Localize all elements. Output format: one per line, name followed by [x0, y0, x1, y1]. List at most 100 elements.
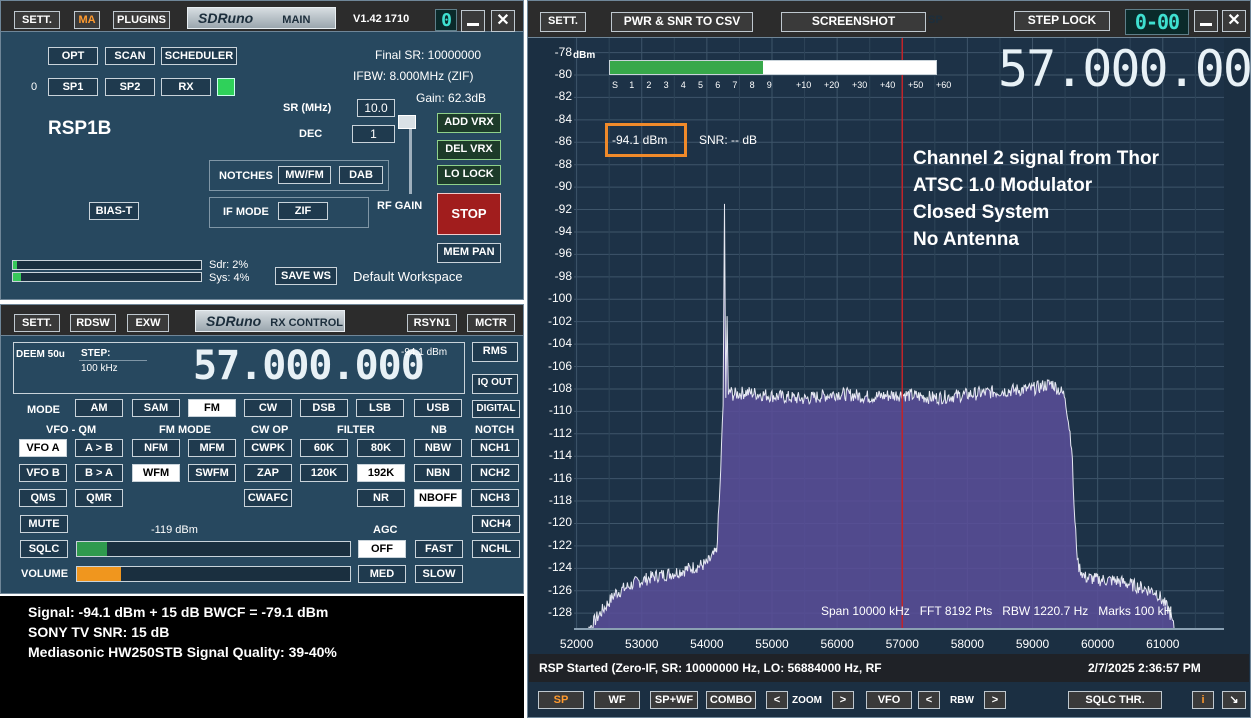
120k-button[interactable]: 120K: [300, 464, 348, 482]
nch3-button[interactable]: NCH3: [471, 489, 519, 507]
dab-button[interactable]: DAB: [339, 166, 383, 184]
spectrum-minimize-button[interactable]: [1194, 10, 1218, 32]
rx-frequency[interactable]: 57.000.000: [193, 343, 425, 389]
swfm-button[interactable]: SWFM: [188, 464, 236, 482]
pwr-snr-csv-button[interactable]: PWR & SNR TO CSV: [611, 12, 753, 32]
nch2-button[interactable]: NCH2: [471, 464, 519, 482]
lo-lock-button[interactable]: LO LOCK: [437, 165, 501, 185]
zif-button[interactable]: ZIF: [278, 202, 328, 220]
vfo-a-button[interactable]: VFO A: [19, 439, 67, 457]
exw-button[interactable]: EXW: [127, 314, 169, 332]
rx-button[interactable]: RX: [161, 78, 211, 96]
info-button[interactable]: i: [1192, 691, 1214, 709]
sqlc-thr-button[interactable]: SQLC THR.: [1068, 691, 1162, 709]
nboff-button[interactable]: NBOFF: [414, 489, 462, 507]
bias-t-button[interactable]: BIAS-T: [89, 202, 139, 220]
sp2-button[interactable]: SP2: [105, 78, 155, 96]
mode-cw-button[interactable]: CW: [244, 399, 292, 417]
rbw-left-button[interactable]: <: [918, 691, 940, 709]
ma-button[interactable]: MA: [74, 11, 100, 29]
rf-gain-slider-track[interactable]: [409, 126, 412, 194]
rf-gain-slider-handle[interactable]: [398, 115, 416, 129]
save-ws-button[interactable]: SAVE WS: [275, 267, 337, 285]
vfo-b-button[interactable]: VFO B: [19, 464, 67, 482]
version-label: V1.42 1710: [353, 13, 410, 25]
dec-input[interactable]: 1: [352, 125, 395, 143]
nch4-button[interactable]: NCH4: [472, 515, 520, 533]
resize-button[interactable]: ↘: [1222, 691, 1246, 709]
qms-button[interactable]: QMS: [19, 489, 67, 507]
annotation-line-3: Closed System: [913, 202, 1050, 223]
qmr-button[interactable]: QMR: [75, 489, 123, 507]
cwafc-button[interactable]: CWAFC: [244, 489, 292, 507]
step-value[interactable]: 100 kHz: [81, 363, 118, 374]
opt-button[interactable]: OPT: [48, 47, 98, 65]
nchl-button[interactable]: NCHL: [472, 540, 520, 558]
spectrum-minimize-icon: [1200, 23, 1212, 26]
nbn-button[interactable]: NBN: [414, 464, 462, 482]
mode-lsb-button[interactable]: LSB: [356, 399, 404, 417]
agc-off-button[interactable]: OFF: [358, 540, 406, 558]
combo-view-button[interactable]: COMBO: [706, 691, 756, 709]
minimize-button[interactable]: [461, 10, 485, 32]
sp-wf-view-button[interactable]: SP+WF: [650, 691, 698, 709]
sqlc-slider[interactable]: [76, 541, 351, 557]
zoom-in-button[interactable]: >: [832, 691, 854, 709]
mctr-button[interactable]: MCTR: [467, 314, 515, 332]
cwpk-button[interactable]: CWPK: [244, 439, 292, 457]
nbw-button[interactable]: NBW: [414, 439, 462, 457]
main-sett-button[interactable]: SETT.: [14, 11, 60, 29]
plugins-button[interactable]: PLUGINS: [113, 11, 170, 29]
sp1-button[interactable]: SP1: [48, 78, 98, 96]
mode-dsb-button[interactable]: DSB: [300, 399, 348, 417]
spectrum-frequency[interactable]: 57.000.000: [998, 40, 1251, 98]
mode-am-button[interactable]: AM: [75, 399, 123, 417]
mfm-button[interactable]: MFM: [188, 439, 236, 457]
mem-pan-button[interactable]: MEM PAN: [437, 243, 501, 263]
rbw-right-button[interactable]: >: [984, 691, 1006, 709]
agc-med-button[interactable]: MED: [358, 565, 406, 583]
vfo-button[interactable]: VFO: [866, 691, 912, 709]
volume-slider[interactable]: [76, 566, 351, 582]
del-vrx-button[interactable]: DEL VRX: [437, 140, 501, 160]
spectrum-close-button[interactable]: ✕: [1222, 10, 1246, 32]
192k-button[interactable]: 192K: [357, 464, 405, 482]
80k-button[interactable]: 80K: [357, 439, 405, 457]
agc-fast-button[interactable]: FAST: [415, 540, 463, 558]
stop-button[interactable]: STOP: [437, 193, 501, 235]
screenshot-button[interactable]: SCREENSHOT: [781, 12, 926, 32]
mode-usb-button[interactable]: USB: [414, 399, 462, 417]
sr-input[interactable]: 10.0: [357, 99, 395, 117]
nr-button[interactable]: NR: [357, 489, 405, 507]
mute-button[interactable]: MUTE: [20, 515, 68, 533]
rx-sett-button[interactable]: SETT.: [14, 314, 60, 332]
digital-button[interactable]: DIGITAL: [472, 400, 520, 418]
nfm-button[interactable]: NFM: [132, 439, 180, 457]
b-a-button[interactable]: B > A: [75, 464, 123, 482]
vfo-qm-label: VFO - QM: [46, 424, 97, 436]
a-b-button[interactable]: A > B: [75, 439, 123, 457]
spectrum-sett-button[interactable]: SETT.: [540, 12, 586, 32]
step-lock-button[interactable]: STEP LOCK: [1014, 11, 1110, 31]
sp-view-button[interactable]: SP: [538, 691, 584, 709]
iq-out-button[interactable]: IQ OUT: [472, 374, 518, 394]
scheduler-button[interactable]: SCHEDULER: [161, 47, 237, 65]
wfm-button[interactable]: WFM: [132, 464, 180, 482]
mode-fm-button[interactable]: FM: [188, 399, 236, 417]
zap-button[interactable]: ZAP: [244, 464, 292, 482]
60k-button[interactable]: 60K: [300, 439, 348, 457]
scan-button[interactable]: SCAN: [105, 47, 155, 65]
zoom-out-button[interactable]: <: [766, 691, 788, 709]
add-vrx-button[interactable]: ADD VRX: [437, 113, 501, 133]
sqlc-button[interactable]: SQLC: [20, 540, 68, 558]
mwfm-button[interactable]: MW/FM: [278, 166, 331, 184]
rms-button[interactable]: RMS: [472, 342, 518, 362]
close-button[interactable]: ✕: [491, 10, 515, 32]
annotation-line-4: No Antenna: [913, 229, 1019, 250]
rsyn1-button[interactable]: RSYN1: [407, 314, 457, 332]
rdsw-button[interactable]: RDSW: [70, 314, 116, 332]
agc-slow-button[interactable]: SLOW: [415, 565, 463, 583]
mode-sam-button[interactable]: SAM: [132, 399, 180, 417]
nch1-button[interactable]: NCH1: [471, 439, 519, 457]
wf-view-button[interactable]: WF: [594, 691, 640, 709]
